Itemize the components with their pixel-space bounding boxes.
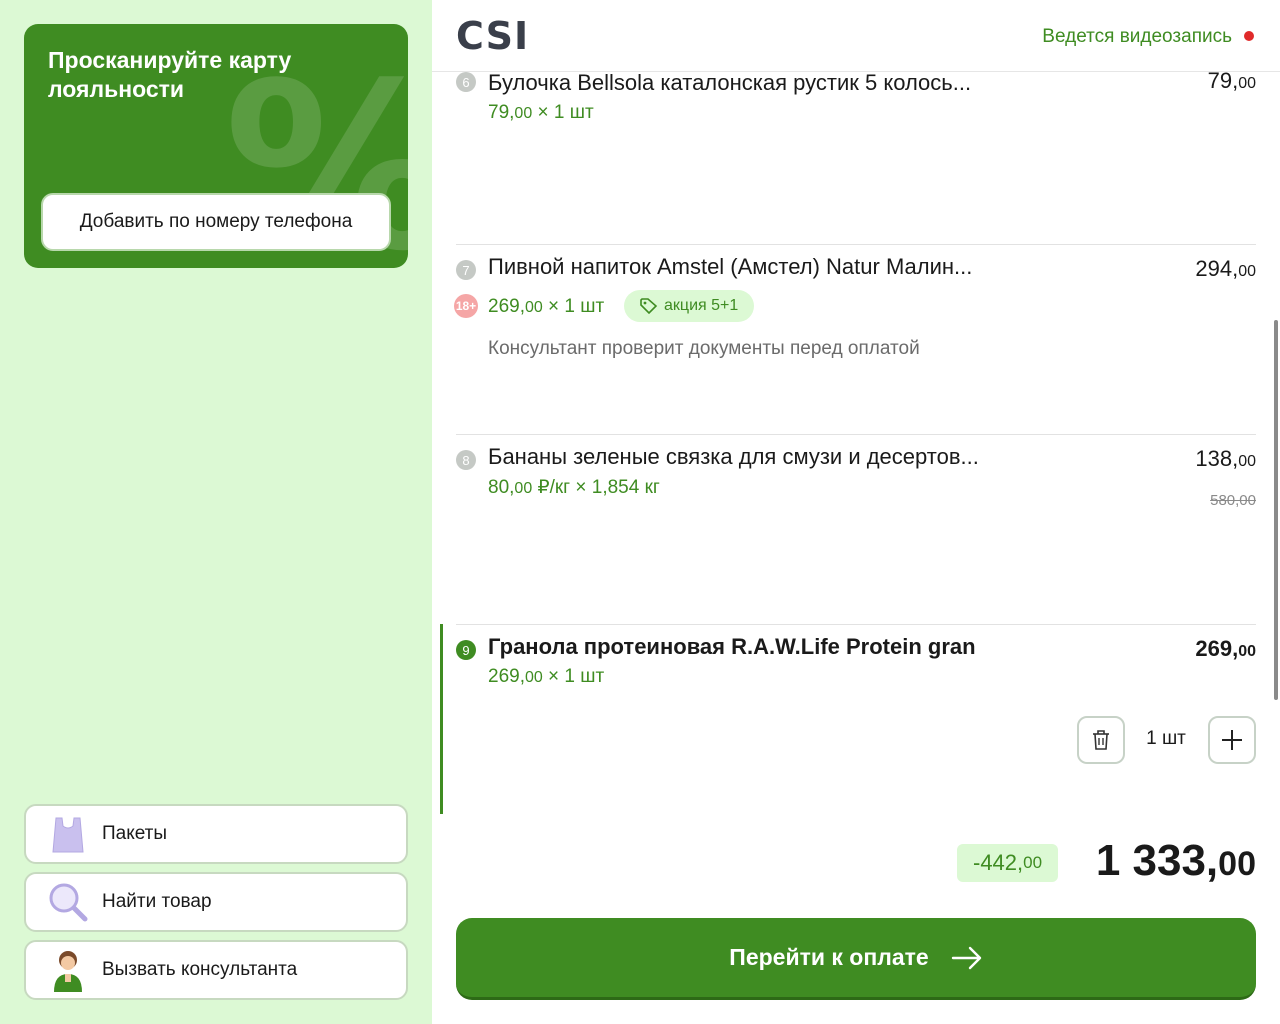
call-consultant-label: Вызвать консультанта xyxy=(102,959,298,980)
loyalty-title: Просканируйте карту лояльности xyxy=(48,47,292,102)
item-unit-price: 269,00 × 1 шт xyxy=(488,666,605,687)
scrollbar[interactable] xyxy=(1274,320,1278,700)
age-restriction-badge: 18+ xyxy=(454,294,478,318)
delete-item-button[interactable] xyxy=(1077,716,1125,764)
divider xyxy=(456,434,1256,435)
bags-button[interactable]: Пакеты xyxy=(24,804,408,864)
sidebar: Просканируйте карту лояльности % Добавит… xyxy=(0,0,432,1024)
item-name: Пивной напиток Amstel (Амстел) Natur Мал… xyxy=(488,254,973,279)
item-old-price: 580,00 xyxy=(1210,492,1256,509)
item-number: 8 xyxy=(456,450,476,470)
item-price: 269,00 xyxy=(1195,636,1256,661)
increase-quantity-button[interactable] xyxy=(1208,716,1256,764)
find-product-label: Найти товар xyxy=(102,891,212,912)
item-number: 6 xyxy=(456,72,476,92)
store-logo: CSI xyxy=(456,14,530,58)
pay-button-label: Перейти к оплате xyxy=(729,944,929,970)
find-product-button[interactable]: Найти товар xyxy=(24,872,408,932)
quantity-value: 1 шт xyxy=(1146,728,1186,749)
recording-status: Ведется видеозапись xyxy=(1042,26,1232,47)
item-number: 9 xyxy=(456,640,476,660)
active-item-indicator xyxy=(440,624,443,814)
recording-dot-icon xyxy=(1244,31,1254,41)
call-consultant-button[interactable]: Вызвать консультанта xyxy=(24,940,408,1000)
divider xyxy=(456,624,1256,625)
item-price: 294,00 xyxy=(1195,256,1256,281)
tag-icon xyxy=(640,298,658,314)
add-by-phone-button[interactable]: Добавить по номеру телефона xyxy=(41,193,391,251)
item-note: Консультант проверит документы перед опл… xyxy=(488,338,920,359)
item-name: Гранола протеиновая R.A.W.Life Protein g… xyxy=(488,634,976,659)
item-unit-price: 269,00 × 1 шт xyxy=(488,296,605,317)
plus-icon xyxy=(1222,730,1242,750)
header: CSI Ведется видеозапись xyxy=(432,0,1280,72)
item-name: Булочка Bellsola каталонская рустик 5 ко… xyxy=(488,70,972,95)
item-name: Бананы зеленые связка для смузи и десерт… xyxy=(488,444,979,469)
item-price: 138,00 xyxy=(1195,446,1256,471)
arrow-right-icon xyxy=(951,946,981,969)
promo-badge: акция 5+1 xyxy=(624,290,755,322)
consultant-icon xyxy=(46,948,90,992)
item-number: 7 xyxy=(456,260,476,280)
discount-badge: -442, 00 xyxy=(957,844,1059,882)
trash-icon xyxy=(1093,730,1109,750)
promo-label: акция 5+1 xyxy=(664,297,739,314)
bag-icon xyxy=(46,812,90,856)
loyalty-card-banner: Просканируйте карту лояльности % Добавит… xyxy=(24,24,408,268)
divider xyxy=(456,244,1256,245)
cart-panel: CSI Ведется видеозапись 6 Булочка Bellso… xyxy=(432,0,1280,1024)
order-total: 1 333,00 xyxy=(1095,836,1256,885)
item-unit-price: 80,00 ₽/кг × 1,854 кг xyxy=(488,477,660,498)
magnifier-icon xyxy=(46,880,90,924)
proceed-to-payment-button[interactable]: Перейти к оплате xyxy=(456,918,1256,1000)
item-unit-price: 79,00 × 1 шт xyxy=(488,102,594,123)
bags-label: Пакеты xyxy=(102,823,168,844)
